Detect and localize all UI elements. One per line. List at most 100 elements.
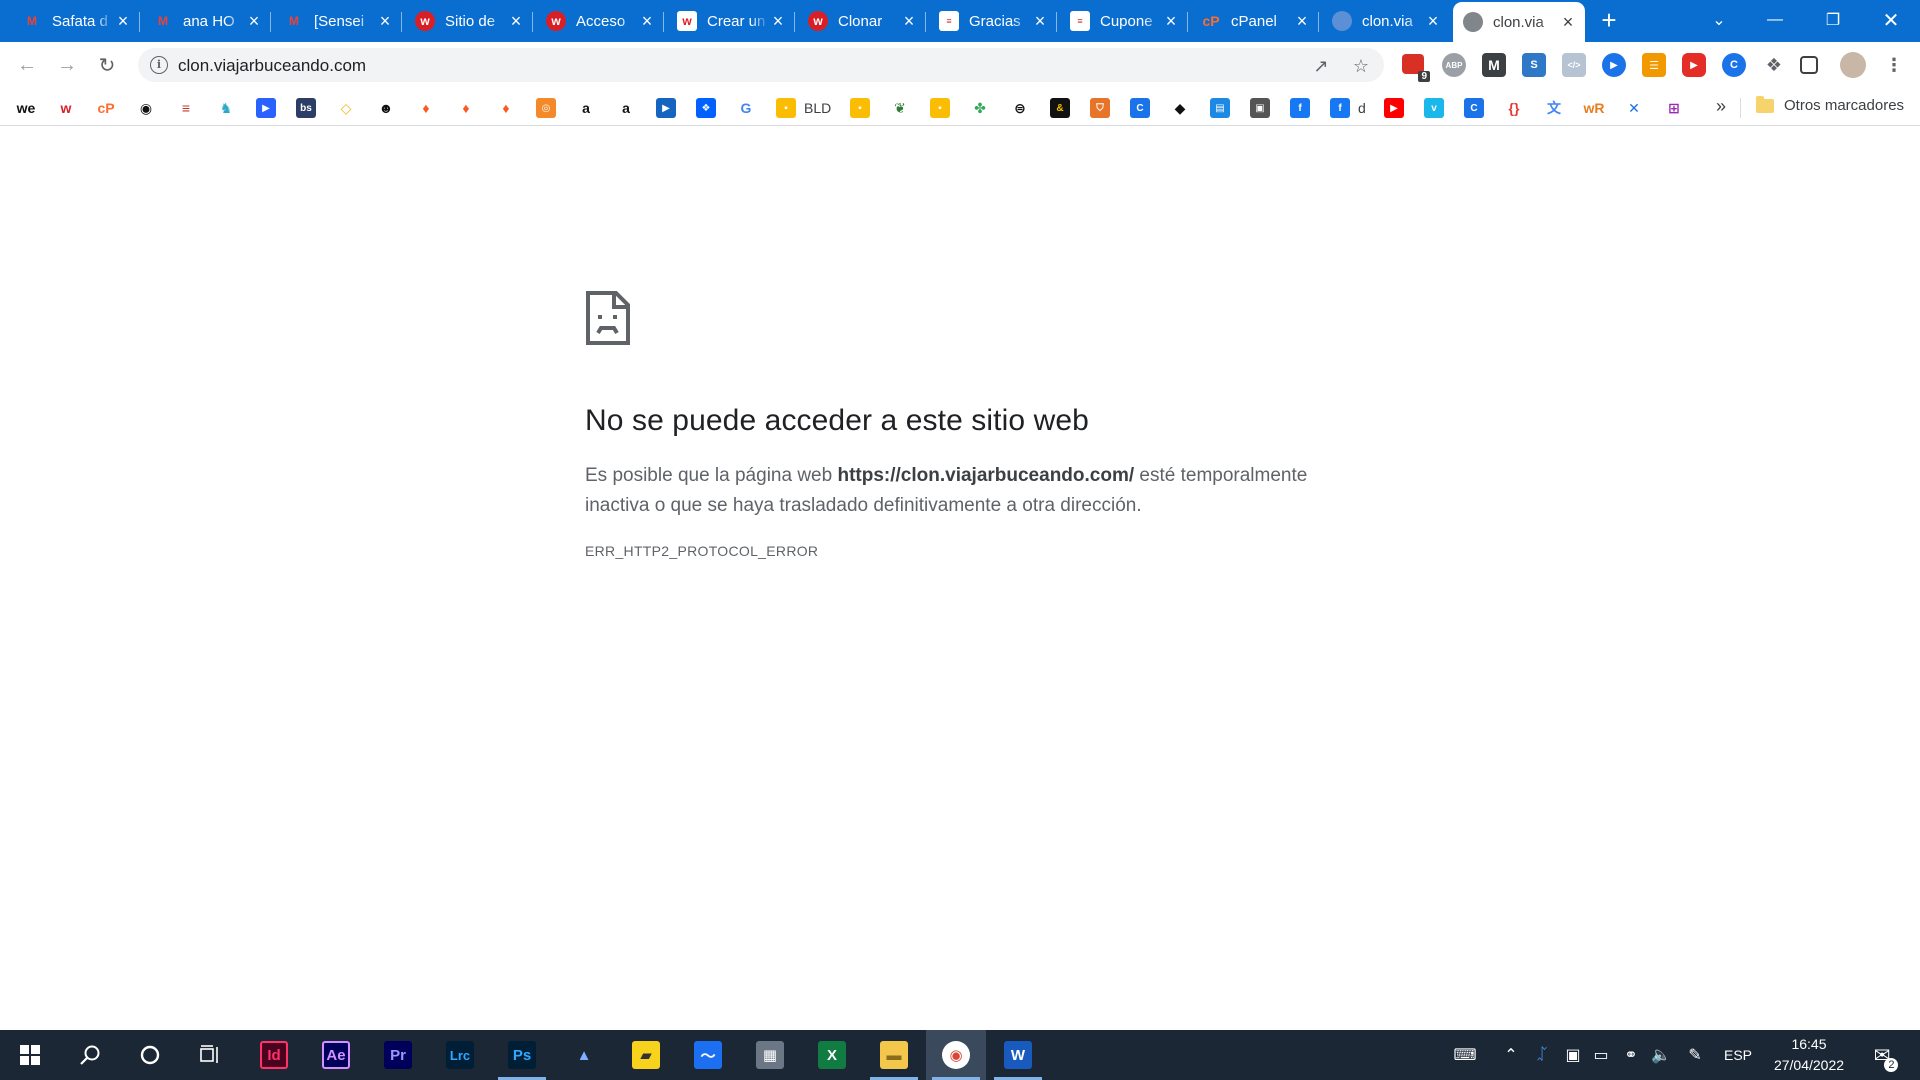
close-tab-icon[interactable]: × xyxy=(1162,12,1180,30)
taskbar-app-button[interactable]: X xyxy=(802,1030,862,1080)
keyboard-icon[interactable]: ⌨ xyxy=(1446,1030,1484,1080)
search-button[interactable] xyxy=(60,1030,120,1080)
task-view-button[interactable] xyxy=(180,1030,240,1080)
tab-12-active[interactable]: clon.via × xyxy=(1453,2,1585,42)
close-tab-icon[interactable]: × xyxy=(1424,12,1442,30)
notifications-button[interactable]: ✉ 2 xyxy=(1862,1030,1902,1080)
battery-icon[interactable]: ▭ xyxy=(1588,1030,1614,1080)
site-info-icon[interactable]: i xyxy=(150,56,168,74)
tab-1[interactable]: M Safata d × xyxy=(12,2,140,40)
bookmark-item[interactable]: ♞ xyxy=(216,97,236,119)
bookmark-item[interactable]: ▶ xyxy=(656,97,676,119)
tab-5[interactable]: w Acceso × xyxy=(536,2,664,40)
bookmark-item[interactable]: fd xyxy=(1330,97,1366,119)
play-extension-icon[interactable]: ▶ xyxy=(1602,53,1626,77)
taskbar-app-button[interactable]: ▬ xyxy=(864,1030,924,1080)
close-tab-icon[interactable]: × xyxy=(638,12,656,30)
bookmark-item[interactable]: & xyxy=(1050,97,1070,119)
bookmark-item[interactable]: {} xyxy=(1504,97,1524,119)
bookmark-item[interactable]: C xyxy=(1464,97,1484,119)
taskbar-app-button[interactable]: 〜 xyxy=(678,1030,738,1080)
side-panel-icon[interactable] xyxy=(1800,56,1818,74)
taskbar-app-button[interactable]: ▰ xyxy=(616,1030,676,1080)
close-tab-icon[interactable]: × xyxy=(376,12,394,30)
tab-3[interactable]: M [Sensei × xyxy=(274,2,402,40)
pen-icon[interactable]: ✎ xyxy=(1682,1030,1708,1080)
bookmark-star-icon[interactable]: ☆ xyxy=(1350,55,1372,77)
start-button[interactable] xyxy=(0,1030,60,1080)
tab-10[interactable]: cP cPanel × xyxy=(1191,2,1319,40)
close-tab-icon[interactable]: × xyxy=(1293,12,1311,30)
menu-kebab-icon[interactable]: ⋮ xyxy=(1882,53,1906,77)
forward-button[interactable]: → xyxy=(52,50,82,80)
close-tab-icon[interactable]: × xyxy=(769,12,787,30)
close-tab-icon[interactable]: × xyxy=(114,12,132,30)
bookmark-item[interactable]: ✤ xyxy=(970,97,990,119)
bookmark-item[interactable]: ⊞ xyxy=(1664,97,1684,119)
todoist-extension-icon[interactable]: 9 xyxy=(1402,54,1430,82)
bookmark-item[interactable]: 文 xyxy=(1544,97,1564,119)
c-extension-icon[interactable]: C xyxy=(1722,53,1746,77)
adblock-plus-icon[interactable]: ABP xyxy=(1442,53,1466,77)
bookmark-item[interactable]: C xyxy=(1130,97,1150,119)
tab-search-icon[interactable]: ⌄ xyxy=(1696,0,1742,40)
taskbar-app-button[interactable]: Ae xyxy=(306,1030,366,1080)
bookmark-item[interactable]: a xyxy=(616,97,636,119)
bookmark-item[interactable]: ◆ xyxy=(1170,97,1190,119)
bluetooth-icon[interactable]: ᛢ xyxy=(1530,1030,1554,1080)
bookmark-item[interactable]: ▶ xyxy=(256,97,276,119)
taskbar-app-button[interactable]: Pr xyxy=(368,1030,428,1080)
bookmark-item[interactable]: ◉ xyxy=(136,97,156,119)
bookmarks-overflow-button[interactable]: » xyxy=(1716,96,1726,117)
taskbar-app-button[interactable]: ▲ xyxy=(554,1030,614,1080)
bookmark-item[interactable]: ❦ xyxy=(890,97,910,119)
bookmark-item[interactable]: ❖ xyxy=(696,97,716,119)
bookmark-item[interactable]: bs xyxy=(296,97,316,119)
taskbar-app-button[interactable]: Id xyxy=(244,1030,304,1080)
bookmark-item[interactable]: ▪ xyxy=(850,97,870,119)
s-extension-icon[interactable]: S xyxy=(1522,53,1546,77)
taskbar-app-button[interactable]: W xyxy=(988,1030,1048,1080)
bookmark-item[interactable]: ✕ xyxy=(1624,97,1644,119)
bookmark-item[interactable]: ⛉ xyxy=(1090,97,1110,119)
new-tab-button[interactable]: + xyxy=(1596,7,1622,34)
close-tab-icon[interactable]: × xyxy=(900,12,918,30)
close-tab-icon[interactable]: × xyxy=(507,12,525,30)
bookmark-item[interactable]: ♦ xyxy=(416,97,436,119)
close-tab-icon[interactable]: × xyxy=(1031,12,1049,30)
stack-extension-icon[interactable]: ☰ xyxy=(1642,53,1666,77)
bookmark-item[interactable]: a xyxy=(576,97,596,119)
address-bar[interactable]: i clon.viajarbuceando.com ↗ ☆ xyxy=(138,48,1384,82)
bookmark-item[interactable]: ▣ xyxy=(1250,97,1270,119)
clock[interactable]: 16:45 27/04/2022 xyxy=(1764,1034,1854,1076)
bookmark-item[interactable]: v xyxy=(1424,97,1444,119)
bookmark-item[interactable]: we xyxy=(16,97,36,119)
tab-6[interactable]: w Crear un × xyxy=(667,2,795,40)
close-window-button[interactable]: ✕ xyxy=(1868,0,1914,40)
bookmark-item[interactable]: ♦ xyxy=(456,97,476,119)
tab-9[interactable]: ≡ Cupone × xyxy=(1060,2,1188,40)
minimize-button[interactable]: — xyxy=(1752,0,1798,40)
other-bookmarks-folder[interactable]: Otros marcadores xyxy=(1756,95,1904,114)
restore-button[interactable]: ❐ xyxy=(1810,0,1856,40)
profile-avatar[interactable] xyxy=(1840,52,1866,78)
back-button[interactable]: ← xyxy=(12,50,42,80)
tab-8[interactable]: ≡ Gracias × xyxy=(929,2,1057,40)
extensions-puzzle-icon[interactable]: ❖ xyxy=(1762,53,1786,77)
bookmark-item[interactable]: wR xyxy=(1584,97,1605,119)
taskbar-app-button[interactable]: Ps xyxy=(492,1030,552,1080)
volume-icon[interactable]: 🔈 xyxy=(1648,1030,1674,1080)
bookmark-item[interactable]: ♦ xyxy=(496,97,516,119)
bookmark-item[interactable]: ◎ xyxy=(536,97,556,119)
youtube-extension-icon[interactable]: ▶ xyxy=(1682,53,1706,77)
bookmark-item[interactable]: w xyxy=(56,97,76,119)
address-url[interactable]: clon.viajarbuceando.com xyxy=(178,56,366,76)
bookmark-item[interactable]: G xyxy=(736,97,756,119)
show-hidden-icons-button[interactable]: ⌃ xyxy=(1500,1030,1522,1080)
bookmark-item[interactable]: cP xyxy=(96,97,116,119)
bookmark-item[interactable]: ≡ xyxy=(176,97,196,119)
bookmark-item[interactable]: ◇ xyxy=(336,97,356,119)
m-extension-icon[interactable]: M xyxy=(1482,53,1506,77)
bookmark-item[interactable]: ⊜ xyxy=(1010,97,1030,119)
taskbar-app-button[interactable]: ▦ xyxy=(740,1030,800,1080)
